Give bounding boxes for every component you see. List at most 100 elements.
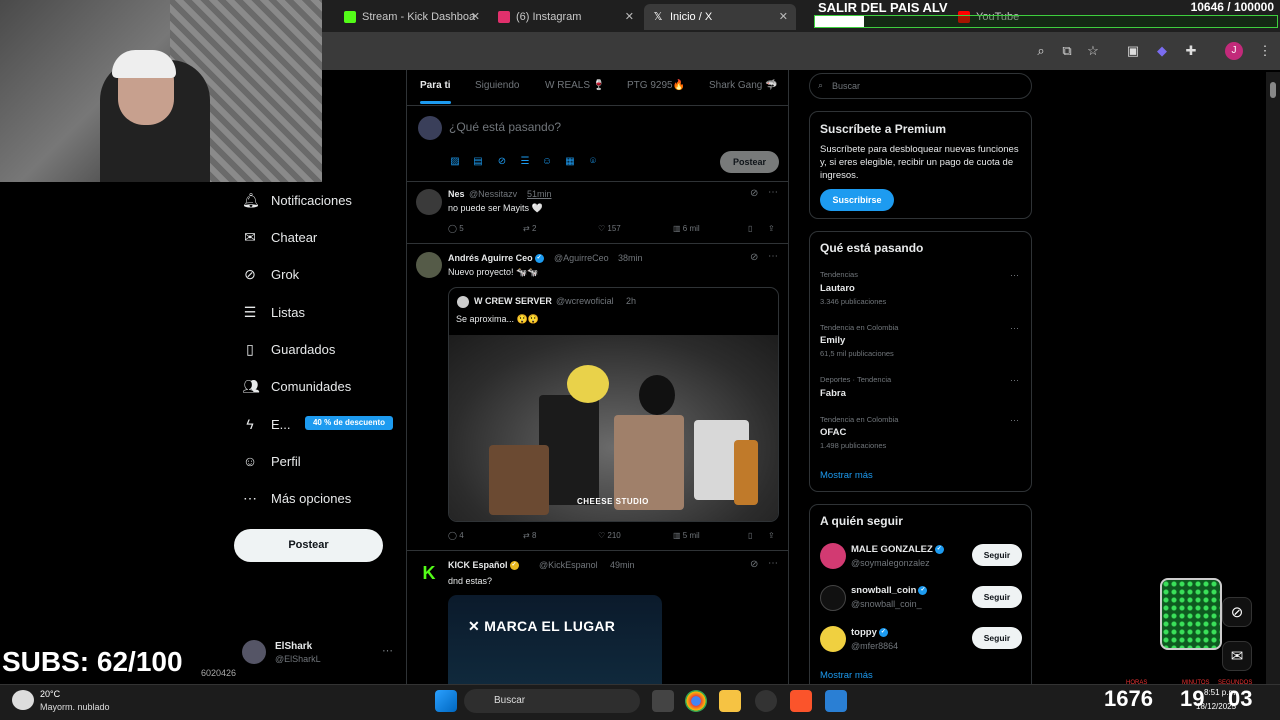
kick-logo-icon[interactable]: K bbox=[416, 560, 442, 586]
app-icon[interactable] bbox=[825, 690, 847, 712]
tweet-handle[interactable]: @KickEspanol bbox=[539, 560, 598, 570]
search-input[interactable]: Buscar bbox=[809, 73, 1032, 99]
nav-listas[interactable]: ☰ Listas bbox=[242, 297, 305, 327]
retweet-button[interactable]: ⇄ 8 bbox=[523, 531, 536, 540]
app-icon[interactable] bbox=[755, 690, 777, 712]
show-more-link[interactable]: Mostrar más bbox=[820, 470, 873, 481]
reply-button[interactable]: ◯ 5 bbox=[448, 224, 464, 233]
bookmark-icon[interactable]: ▯ bbox=[748, 531, 752, 540]
compose-input[interactable]: ¿Qué está pasando? bbox=[449, 120, 561, 134]
tweet-image[interactable]: ✕ MARCA EL LUGAR bbox=[448, 595, 662, 684]
zoom-icon[interactable]: ⌕ bbox=[1032, 42, 1050, 60]
account-switcher[interactable]: ElShark @ElSharkL ⋯ bbox=[242, 638, 402, 670]
avatar[interactable] bbox=[820, 626, 846, 652]
grok-icon[interactable]: ⊘ bbox=[1222, 597, 1252, 627]
tab-ptg[interactable]: PTG 9295🔥 bbox=[627, 80, 685, 91]
more-icon[interactable]: ⋯ bbox=[1010, 415, 1019, 426]
emoji-icon[interactable]: ☺ bbox=[541, 156, 553, 168]
grok-icon[interactable]: ⊘ bbox=[750, 188, 758, 199]
views-button[interactable]: ▥ 6 mil bbox=[673, 224, 700, 233]
close-icon[interactable]: ✕ bbox=[471, 10, 480, 23]
avatar[interactable] bbox=[820, 585, 846, 611]
follow-button[interactable]: Seguir bbox=[972, 586, 1022, 608]
follow-button[interactable]: Seguir bbox=[972, 627, 1022, 649]
more-icon[interactable]: ⋯ bbox=[1010, 323, 1019, 334]
subscribe-button[interactable]: Suscribirse bbox=[820, 189, 894, 211]
like-button[interactable]: ♡ 157 bbox=[598, 224, 621, 233]
extension-icon[interactable]: ◆ bbox=[1153, 42, 1171, 60]
weather-temp[interactable]: 20°C bbox=[40, 689, 60, 699]
tweet-time[interactable]: 38min bbox=[618, 253, 643, 263]
poll-icon[interactable]: ☰ bbox=[519, 156, 531, 168]
tab-kick[interactable]: Stream - Kick Dashboa ✕ bbox=[336, 4, 488, 30]
brave-icon[interactable] bbox=[790, 690, 812, 712]
location-icon[interactable]: ⌾ bbox=[587, 156, 599, 168]
star-icon[interactable]: ☆ bbox=[1084, 42, 1102, 60]
puzzle-icon[interactable]: ✚ bbox=[1182, 42, 1200, 60]
tweet-handle[interactable]: @AguirreCeo bbox=[554, 253, 609, 263]
tab-w-reals[interactable]: W REALS 🍷 bbox=[545, 80, 605, 91]
gif-icon[interactable]: ▤ bbox=[472, 156, 484, 168]
weather-desc[interactable]: Mayorm. nublado bbox=[40, 702, 110, 712]
grok-icon[interactable]: ⊘ bbox=[750, 252, 758, 263]
taskbar-search[interactable]: Buscar bbox=[464, 689, 640, 713]
more-icon[interactable]: ⋯ bbox=[1010, 270, 1019, 281]
nav-grok[interactable]: ⊘ Grok bbox=[242, 259, 299, 289]
post-button[interactable]: Postear bbox=[234, 529, 383, 562]
tweet-author[interactable]: Nes bbox=[448, 189, 465, 199]
clock-time[interactable]: 8:51 p.m. bbox=[1204, 688, 1237, 697]
nav-mas-opciones[interactable]: ⋯ Más opciones bbox=[242, 483, 351, 513]
tweet-time[interactable]: 51min bbox=[527, 189, 552, 199]
retweet-button[interactable]: ⇄ 2 bbox=[523, 224, 536, 233]
chrome-icon[interactable] bbox=[685, 690, 707, 712]
more-icon[interactable]: ⋯ bbox=[768, 558, 778, 569]
more-icon[interactable]: ⋯ bbox=[1010, 375, 1019, 386]
tab-para-ti[interactable]: Para ti bbox=[420, 80, 451, 91]
grok-icon[interactable]: ⊘ bbox=[496, 156, 508, 168]
compose-post-button[interactable]: Postear bbox=[720, 151, 779, 173]
tab-instagram[interactable]: (6) Instagram ✕ bbox=[490, 4, 642, 30]
more-icon[interactable]: ⋯ bbox=[768, 187, 778, 198]
folder-icon[interactable] bbox=[719, 690, 741, 712]
like-button[interactable]: ♡ 210 bbox=[598, 531, 621, 540]
tab-x[interactable]: 𝕏 Inicio / X ✕ bbox=[644, 4, 796, 30]
clock-date[interactable]: 18/12/2025 bbox=[1196, 702, 1236, 711]
share-icon[interactable]: ⇪ bbox=[768, 224, 775, 233]
more-icon[interactable]: ⋯ bbox=[382, 644, 393, 657]
cast-icon[interactable]: ⧉ bbox=[1058, 42, 1076, 60]
share-icon[interactable]: ⇪ bbox=[768, 531, 775, 540]
tweet-author[interactable]: Andrés Aguirre Ceo ✓ bbox=[448, 253, 544, 264]
bookmark-icon[interactable]: ▯ bbox=[748, 224, 752, 233]
discount-badge[interactable]: 40 % de descuento bbox=[305, 416, 393, 430]
avatar[interactable] bbox=[416, 189, 442, 215]
media-icon[interactable]: ▣ bbox=[1124, 42, 1142, 60]
show-more-link[interactable]: Mostrar más bbox=[820, 670, 873, 681]
windows-start-icon[interactable] bbox=[435, 690, 457, 712]
nav-perfil[interactable]: ☺ Perfil bbox=[242, 446, 301, 476]
nav-premium[interactable]: ϟ E... bbox=[242, 409, 290, 439]
tab-siguiendo[interactable]: Siguiendo bbox=[475, 80, 519, 91]
avatar[interactable] bbox=[820, 543, 846, 569]
image-icon[interactable]: ▨ bbox=[449, 156, 461, 168]
quote-image[interactable]: CHEESE STUDIO bbox=[449, 335, 778, 521]
profile-avatar[interactable]: J bbox=[1225, 42, 1243, 60]
tweet-time[interactable]: 49min bbox=[610, 560, 635, 570]
quoted-tweet[interactable]: W CREW SERVER @wcrewoficial 2h Se aproxi… bbox=[448, 287, 779, 522]
nav-comunidades[interactable]: 👥︎ Comunidades bbox=[242, 371, 351, 401]
nav-notificaciones[interactable]: 🔔︎ Notificaciones bbox=[242, 185, 352, 215]
close-icon[interactable]: ✕ bbox=[625, 10, 634, 23]
grok-icon[interactable]: ⊘ bbox=[750, 559, 758, 570]
reply-button[interactable]: ◯ 4 bbox=[448, 531, 464, 540]
tab-shark-gang[interactable]: Shark Gang 🦈 bbox=[709, 80, 778, 91]
close-icon[interactable]: ✕ bbox=[779, 10, 788, 23]
scrollbar[interactable] bbox=[1266, 72, 1280, 684]
tweet-author[interactable]: KICK Español ✓ bbox=[448, 560, 519, 571]
nav-chatear[interactable]: ✉ Chatear bbox=[242, 222, 317, 252]
nav-guardados[interactable]: ▯ Guardados bbox=[242, 334, 335, 364]
schedule-icon[interactable]: ▦ bbox=[564, 156, 576, 168]
mail-icon[interactable]: ✉ bbox=[1222, 641, 1252, 671]
views-button[interactable]: ▥ 5 mil bbox=[673, 531, 700, 540]
more-icon[interactable]: ⋯ bbox=[768, 251, 778, 262]
follow-button[interactable]: Seguir bbox=[972, 544, 1022, 566]
avatar[interactable] bbox=[416, 252, 442, 278]
